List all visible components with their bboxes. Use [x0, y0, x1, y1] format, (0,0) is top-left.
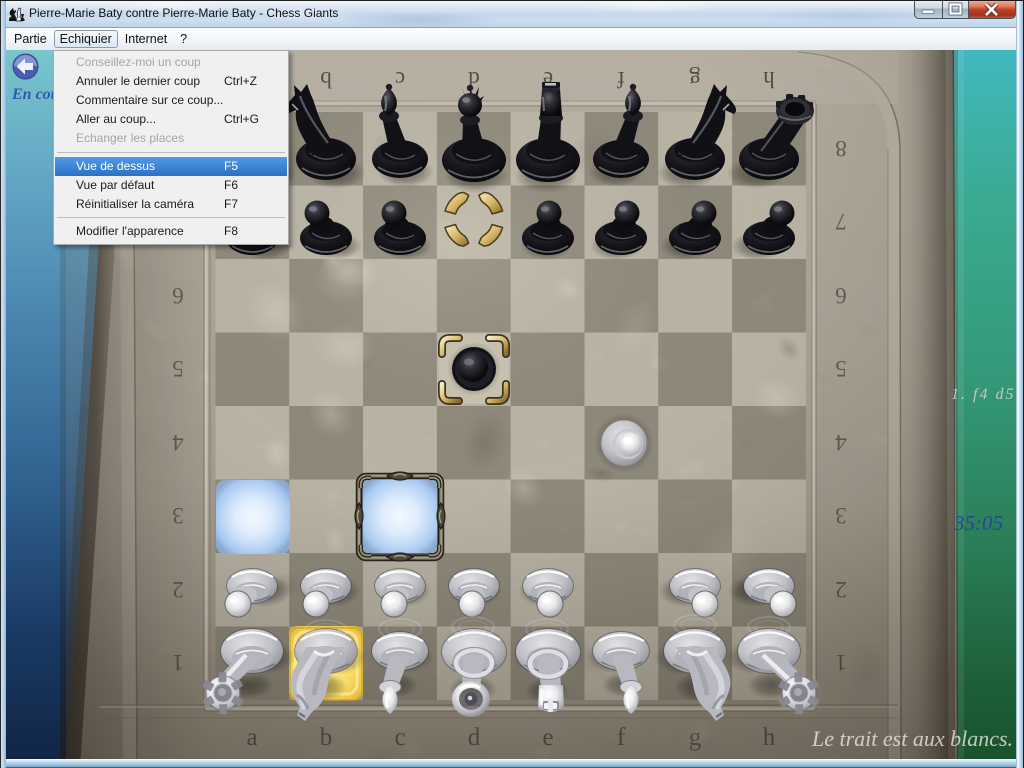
svg-text:1. f4 d5: 1. f4 d5	[951, 386, 1015, 403]
svg-text:35:05: 35:05	[953, 511, 1003, 535]
svg-text:Le trait est aux blancs.: Le trait est aux blancs.	[811, 726, 1013, 751]
